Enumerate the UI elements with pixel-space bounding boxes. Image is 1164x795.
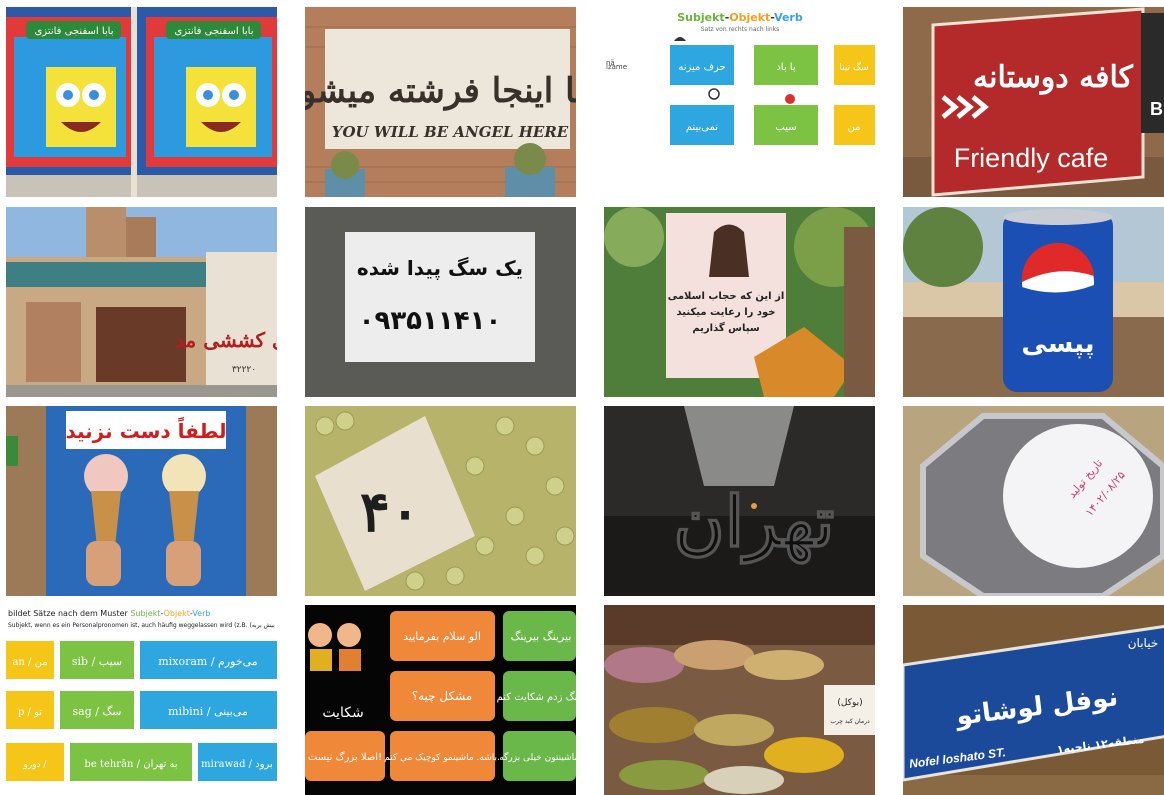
photo-spongebob-sign[interactable]: بابا اسفنجی فانتزی بابا اسفنجی فانتزی — [6, 7, 277, 197]
pepsi-scene: پپسی — [903, 207, 1164, 397]
hijab-line2: خود را رعایت میکنید — [677, 307, 776, 318]
photo-pepsi-can[interactable]: پپسی — [903, 207, 1164, 397]
photo-worksheet[interactable]: bildet Sätze nach dem Muster Subjekt-Obj… — [6, 605, 277, 795]
ws-r3-b: be tehrān / به تهران — [84, 759, 177, 770]
grapes-scene: ۴۰ — [305, 406, 576, 596]
sign-text-2: بابا اسفنجی فانتزی — [174, 26, 253, 37]
ws-r2-c: mibini / می‌بینی — [168, 705, 248, 718]
dialog-cell-3: مشکل چیه؟ — [412, 689, 473, 703]
hijab-figure — [709, 224, 749, 277]
photo-tehran-sign[interactable]: تهران — [604, 406, 875, 596]
dialog-title: شکایت — [322, 705, 363, 721]
photo-dialog-cards[interactable]: شکایت الو سلام بفرمایید بیرینگ بیرینگ مش… — [305, 605, 576, 795]
svo-card-5-text: سیب — [775, 122, 796, 133]
svo-card-3-text: سگ تینا — [839, 61, 868, 73]
dialog-cell-6: ماشینتون خیلی بزرگه! — [499, 751, 576, 763]
photo-lost-dog[interactable]: یک سگ پیدا شده ۰۹۳۵۱۱۴۱۰ — [305, 207, 576, 397]
ws-r2-b: sag / سگ — [72, 705, 121, 718]
icecream-scene: لطفاً دست نزنید — [6, 406, 277, 596]
svo-title: Subjekt-Objekt-Verb — [677, 11, 803, 24]
dialog-scene: شکایت الو سلام بفرمایید بیرینگ بیرینگ مش… — [305, 605, 576, 795]
spongebob-scene: بابا اسفنجی فانتزی بابا اسفنجی فانتزی — [6, 7, 277, 197]
svo-card-1-text: حرف میزنه — [678, 62, 725, 73]
ws-r1-b: sib / سیب — [72, 655, 122, 668]
apple-icon — [785, 94, 795, 104]
dialog-cell-4: زنگ زدم شکایت کنم. — [497, 691, 576, 703]
spices-scene: (بوکل) درمان کبد چرب — [604, 605, 875, 795]
dialog-cell-7: اصلا بزرگ نیست! — [308, 750, 382, 763]
ws-r2-a: p / تو — [18, 707, 42, 718]
tehran-text: تهران — [673, 480, 834, 565]
photo-street-sign[interactable]: خیابان نوفل لوشاتو Nofel loshato ST. منط… — [903, 605, 1164, 795]
svo-subtitle: Satz von rechts nach links — [701, 26, 780, 33]
photo-egg[interactable]: تاریخ تولید ۱۴۰۲/۰۸/۲۵ — [903, 406, 1164, 596]
dog-line2: ۰۹۳۵۱۱۴۱۰ — [359, 306, 502, 336]
streetsign-scene: خیابان نوفل لوشاتو Nofel loshato ST. منط… — [903, 605, 1164, 795]
street-fa: کاری کششی مد — [175, 328, 277, 353]
svo-card-6-text: من — [848, 122, 861, 133]
grapes-price: ۴۰ — [360, 479, 420, 545]
ws-r3-c: mirawad / برود — [201, 759, 273, 770]
photo-spice-market[interactable]: (بوکل) درمان کبد چرب — [604, 605, 875, 795]
ws-r3-a: دورو / — [23, 760, 48, 770]
dialog-cell-1: الو سلام بفرمایید — [403, 630, 481, 643]
hijab-line3: سپاس گذاریم — [692, 321, 759, 334]
photo-svo-slide[interactable]: Subjekt-Objekt-Verb Satz von rechts nach… — [604, 7, 875, 197]
svo-scene: Subjekt-Objekt-Verb Satz von rechts nach… — [604, 7, 875, 197]
angel-en: YOU WILL BE ANGEL HERE — [332, 123, 569, 141]
icecream-text: لطفاً دست نزنید — [65, 417, 226, 443]
ws-r1-a: an / من — [12, 657, 47, 668]
pepsi-text: پپسی — [1021, 329, 1094, 359]
dialog-cell-5: باشه. ماشینمو کوچیک می کنم. — [384, 753, 500, 763]
hijab-line1: از این که حجاب اسلامی — [668, 291, 785, 302]
street-scene: کاری کششی مد ۳۲۲۲۰ — [6, 207, 277, 397]
photo-street-shops[interactable]: کاری کششی مد ۳۲۲۲۰ — [6, 207, 277, 397]
worksheet-scene: bildet Sätze nach dem Muster Subjekt-Obj… — [6, 605, 277, 795]
svo-card-2-text: با باد — [776, 62, 795, 73]
angel-scene: شما اینجا فرشته میشوید YOU WILL BE ANGEL… — [305, 7, 576, 197]
dialog-cell-2: بیرینگ بیرینگ — [511, 630, 572, 643]
tehran-scene: تهران — [604, 406, 875, 596]
worksheet-header1: bildet Sätze nach dem Muster Subjekt-Obj… — [8, 609, 210, 618]
svo-left2: izame — [606, 63, 627, 71]
sign-text-1: بابا اسفنجی فانتزی — [34, 26, 113, 37]
spice-sub: درمان کبد چرب — [830, 718, 870, 725]
egg-scene: تاریخ تولید ۱۴۰۲/۰۸/۲۵ — [903, 406, 1164, 596]
cafe-fa: کافه دوستانه — [973, 60, 1134, 95]
streetsign-top: خیابان — [1128, 636, 1159, 650]
photo-angel-sign[interactable]: شما اینجا فرشته میشوید YOU WILL BE ANGEL… — [305, 7, 576, 197]
svo-card-4-text: نمی‌بینم — [686, 122, 718, 133]
hijab-scene: از این که حجاب اسلامی خود را رعایت میکنی… — [604, 207, 875, 397]
photo-grid: بابا اسفنجی فانتزی بابا اسفنجی فانتزی شم… — [0, 0, 1164, 795]
photo-hijab-poster[interactable]: از این که حجاب اسلامی خود را رعایت میکنی… — [604, 207, 875, 397]
cafe-scene: Bi کافه دوستانه Friendly cafe — [903, 7, 1164, 197]
ws-r1-c: mixoram / می‌خورم — [158, 655, 258, 668]
cafe-partial: Bi — [1150, 99, 1164, 119]
street-num: ۳۲۲۲۰ — [232, 365, 256, 375]
dog-scene: یک سگ پیدا شده ۰۹۳۵۱۱۴۱۰ — [305, 207, 576, 397]
angel-fa: شما اینجا فرشته میشوید — [305, 71, 576, 111]
cafe-en: Friendly cafe — [954, 143, 1109, 173]
photo-icecream-sign[interactable]: لطفاً دست نزنید — [6, 406, 277, 596]
worksheet-header2: Subjekt, wenn es ein Personalpronomen is… — [8, 622, 275, 629]
dog-line1: یک سگ پیدا شده — [357, 256, 523, 281]
spice-label: (بوکل) — [837, 698, 862, 708]
photo-friendly-cafe[interactable]: Bi کافه دوستانه Friendly cafe — [903, 7, 1164, 197]
photo-grapes-price[interactable]: ۴۰ — [305, 406, 576, 596]
